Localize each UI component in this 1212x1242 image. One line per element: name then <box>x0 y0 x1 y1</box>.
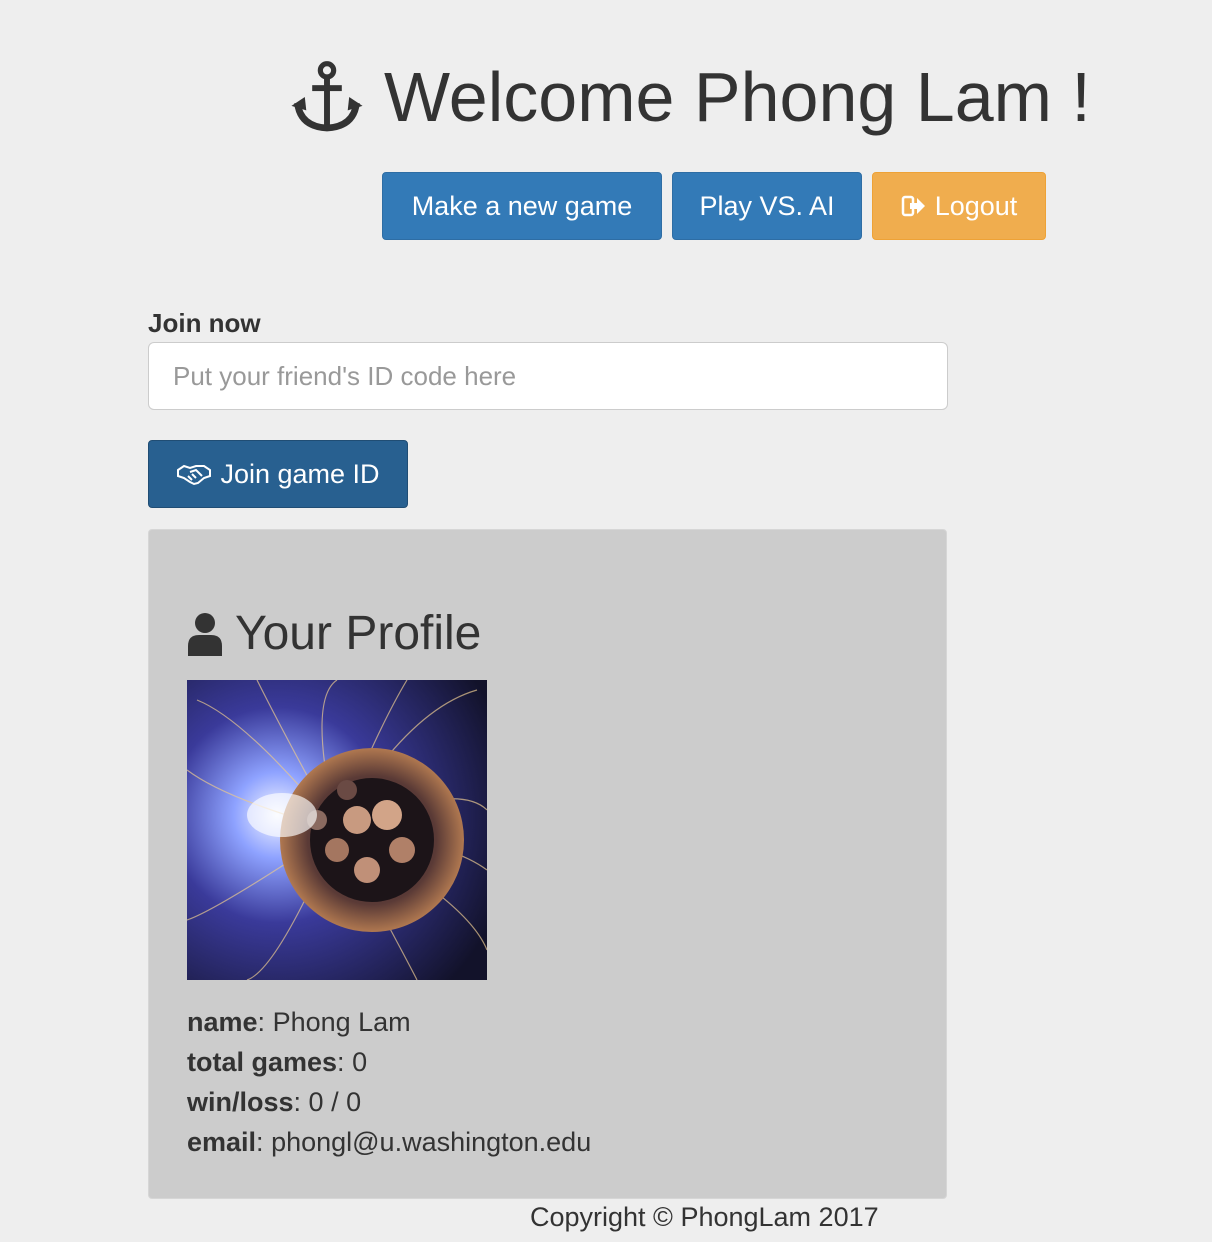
handshake-icon <box>177 464 212 486</box>
profile-total-games-row: total games: 0 <box>187 1047 368 1077</box>
join-game-label: Join game ID <box>220 458 380 489</box>
profile-title: Your Profile <box>235 607 482 660</box>
profile-name-row: name: Phong Lam <box>187 1007 411 1037</box>
logout-button[interactable]: Logout <box>872 172 1046 240</box>
profile-panel: Your Profile name: Phong Lam total games… <box>148 529 947 1199</box>
profile-email-value: phongl@u.washington.edu <box>271 1127 592 1157</box>
make-new-game-label: Make a new game <box>411 190 633 221</box>
logout-label: Logout <box>934 190 1018 221</box>
field-label: email <box>187 1127 257 1157</box>
join-now-label: Join now <box>148 308 261 338</box>
profile-info: name: Phong Lam total games: 0 win/loss:… <box>187 1002 591 1162</box>
field-label: win/loss <box>187 1087 294 1117</box>
anchor-icon <box>291 61 363 132</box>
sign-out-icon <box>901 195 925 217</box>
play-vs-ai-button[interactable]: Play VS. AI <box>672 172 862 240</box>
profile-win-loss-value: 0 / 0 <box>308 1087 362 1117</box>
join-game-button[interactable]: Join game ID <box>148 440 408 508</box>
profile-heading: Your Profile <box>187 606 481 661</box>
welcome-heading: Welcome Phong Lam ! <box>384 58 1091 136</box>
profile-win-loss-row: win/loss: 0 / 0 <box>187 1087 362 1117</box>
copyright-footer: Copyright © PhongLam 2017 <box>530 1202 879 1232</box>
make-new-game-button[interactable]: Make a new game <box>382 172 662 240</box>
profile-email-row: email: phongl@u.washington.edu <box>187 1127 592 1157</box>
profile-total-games-value: 0 <box>352 1047 368 1077</box>
field-label: name <box>187 1007 258 1037</box>
friend-id-input[interactable] <box>148 342 948 410</box>
play-vs-ai-label: Play VS. AI <box>699 190 835 221</box>
profile-name-value: Phong Lam <box>272 1007 411 1037</box>
user-icon <box>188 612 222 656</box>
field-label: total games <box>187 1047 338 1077</box>
page-title: Welcome Phong Lam ! <box>290 52 1091 142</box>
profile-avatar <box>187 680 487 980</box>
